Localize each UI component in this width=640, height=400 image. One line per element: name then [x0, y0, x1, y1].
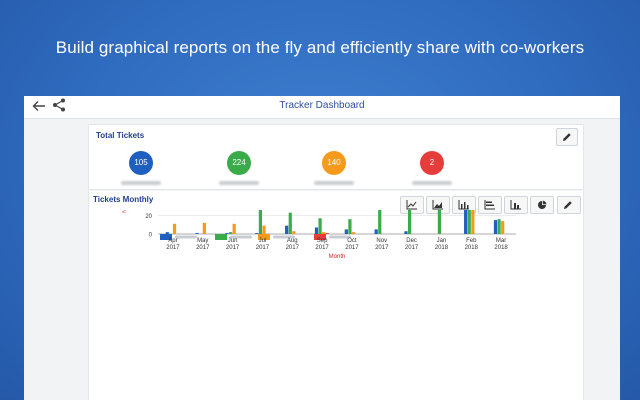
bar — [288, 212, 292, 234]
x-tick-year: 2017 — [226, 245, 240, 251]
x-tick-month: Jun — [228, 238, 238, 244]
stat-label-2 — [219, 181, 259, 185]
x-tick-month: Jul — [259, 238, 267, 244]
x-tick-year: 2017 — [196, 245, 210, 251]
x-tick-year: 2017 — [166, 245, 180, 251]
total-tickets-card: Total Tickets 105 224 140 2 — [88, 124, 584, 190]
x-tick-month: Apr — [168, 238, 177, 244]
x-tick-month: Jan — [437, 238, 447, 244]
legend-label — [175, 235, 197, 239]
x-tick-year: 2017 — [405, 245, 419, 251]
app-window: Tracker Dashboard Total Tickets 105 224 … — [24, 96, 620, 400]
bar — [165, 232, 169, 234]
stacked-bar-icon — [510, 200, 521, 210]
x-tick-year: 2018 — [494, 245, 508, 251]
stat-circle-2: 224 — [227, 151, 251, 175]
area-chart-icon — [432, 200, 443, 210]
bar — [351, 232, 356, 234]
bar — [497, 219, 501, 234]
bar — [195, 233, 199, 234]
bar — [292, 231, 296, 234]
x-tick-month: Feb — [466, 238, 477, 244]
bar — [318, 218, 322, 234]
bar — [172, 223, 177, 234]
x-tick-year: 2017 — [375, 245, 389, 251]
top-bar: Tracker Dashboard — [24, 96, 620, 119]
bar — [471, 210, 475, 234]
x-tick-year: 2018 — [465, 245, 479, 251]
legend-swatch — [215, 234, 227, 240]
stat-label-1 — [121, 181, 161, 185]
x-tick-month: Sep — [317, 238, 328, 244]
bar — [501, 221, 505, 234]
bar — [255, 233, 259, 234]
stat-label-4 — [412, 181, 452, 185]
pencil-icon — [564, 201, 572, 209]
x-tick-year: 2017 — [345, 245, 359, 251]
x-tick-month: Dec — [406, 238, 417, 244]
stat-circle-4: 2 — [420, 151, 444, 175]
bar — [437, 210, 442, 234]
y-axis-label: No of Tickets — [122, 210, 128, 213]
stat-label-3 — [314, 181, 354, 185]
bar — [202, 222, 206, 234]
x-axis-label: Month — [329, 254, 346, 260]
bar — [314, 227, 319, 234]
x-tick-year: 2017 — [256, 245, 270, 251]
y-tick-label: 0 — [149, 233, 153, 239]
bar — [285, 225, 289, 234]
x-tick-month: May — [197, 238, 208, 244]
bar — [232, 223, 236, 234]
bar — [404, 231, 408, 234]
line-chart-icon — [406, 200, 417, 210]
horizontal-bar-icon — [484, 200, 495, 210]
x-tick-year: 2017 — [286, 245, 300, 251]
pencil-icon — [563, 133, 571, 141]
x-tick-month: Aug — [287, 238, 298, 244]
bar — [325, 233, 329, 234]
bar — [407, 210, 412, 234]
tickets-monthly-title: Tickets Monthly — [93, 195, 154, 204]
x-tick-year: 2018 — [435, 245, 449, 251]
x-tick-year: 2017 — [315, 245, 329, 251]
x-tick-month: Oct — [347, 238, 357, 244]
total-tickets-title: Total Tickets — [96, 131, 145, 140]
promo-headline: Build graphical reports on the fly and e… — [55, 38, 585, 57]
tickets-monthly-chart: 020406080Apr2017May2017Jun2017Jul2017Aug… — [122, 210, 516, 260]
bar — [374, 229, 378, 234]
bar-chart-icon — [458, 200, 469, 210]
bar — [493, 220, 498, 234]
x-tick-month: Mar — [496, 238, 506, 244]
dashboard-content: Total Tickets 105 224 140 2 Tickets Mont… — [24, 119, 620, 400]
bar — [464, 210, 468, 234]
bar — [262, 225, 266, 234]
stat-circle-1: 105 — [129, 151, 153, 175]
bar — [344, 229, 348, 234]
bar — [348, 219, 352, 234]
bar — [228, 232, 233, 234]
x-tick-month: Nov — [376, 238, 387, 244]
page-title: Tracker Dashboard — [279, 100, 365, 111]
y-tick-label: 20 — [145, 214, 152, 220]
pie-chart-icon — [538, 200, 547, 209]
bar — [225, 233, 229, 234]
edit-total-tickets-button[interactable] — [556, 128, 578, 146]
stat-circle-3: 140 — [322, 151, 346, 175]
bar — [322, 232, 326, 234]
bar — [258, 210, 263, 234]
bar — [378, 210, 382, 234]
bar — [467, 210, 471, 234]
